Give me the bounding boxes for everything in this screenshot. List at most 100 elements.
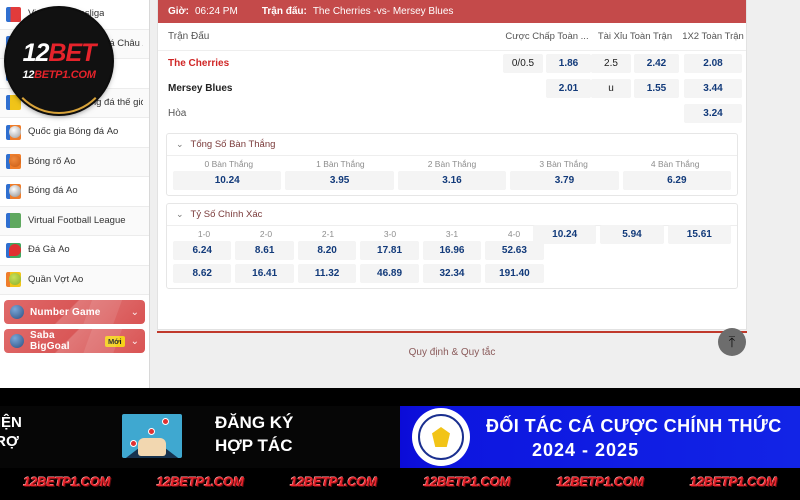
watermark: 12BETP1.COM xyxy=(423,473,511,489)
trophy-icon xyxy=(6,95,21,111)
cs-odd-0-2[interactable]: 16.41 xyxy=(235,264,294,283)
brand-logo[interactable]: 12BET 12BETP1.COM xyxy=(6,8,112,114)
saba-biggoal-icon xyxy=(10,334,24,348)
sidebar-item-6[interactable]: Bóng đá Ảo xyxy=(0,177,149,207)
handicap-cells-draw xyxy=(503,104,591,123)
handicap-cells-away: 2.01 xyxy=(503,79,591,98)
overunder-odd[interactable]: 2.42 xyxy=(634,54,679,73)
sidebar-item-4[interactable]: Quốc gia Bóng đá Ảo xyxy=(0,118,149,148)
odds-row-away: Mersey Blues 2.01 u 1.55 3.44 xyxy=(158,76,746,101)
x2-odd[interactable]: 3.44 xyxy=(684,79,742,98)
rules-link[interactable]: Quy định & Quy tắc xyxy=(409,347,496,358)
col-header-overunder: Tài Xỉu Toàn Trận xyxy=(597,31,673,42)
tg-odd-1[interactable]: 3.95 xyxy=(285,171,394,190)
x2-odd[interactable]: 3.24 xyxy=(684,104,742,123)
player-icon xyxy=(6,213,21,229)
logo-line-1: 12BET xyxy=(22,39,97,67)
banner-left-text: KIỆN TRỢ xyxy=(0,414,22,452)
x2-odd[interactable]: 2.08 xyxy=(684,54,742,73)
overunder-odd[interactable]: 1.55 xyxy=(634,79,679,98)
sidebar-item-label: Bóng rổ Ảo xyxy=(28,156,76,167)
app-root: Virtual Bundesliga Giải vô địch bóng đá … xyxy=(0,0,800,500)
sidebar-item-label: Đá Gà Ảo xyxy=(28,245,70,256)
number-game-icon xyxy=(10,305,24,319)
cs-odd-1-2[interactable]: 11.32 xyxy=(297,264,357,283)
x2-cells-away: 3.44 xyxy=(679,79,747,98)
odds-row-draw: Hòa 3.24 xyxy=(158,101,746,126)
banner-left-line-2: TRỢ xyxy=(0,432,19,450)
node-dot xyxy=(130,440,137,447)
tg-odd-4[interactable]: 6.29 xyxy=(622,171,732,190)
sidebar-item-5[interactable]: Bóng rổ Ảo xyxy=(0,147,149,177)
banner-left-panel[interactable]: KIỆN TRỢ ĐĂNG KÝ HỢP TÁC xyxy=(0,406,400,468)
banner-right-panel[interactable]: ĐỐI TÁC CÁ CƯỢC CHÍNH THỨC 2024 - 2025 xyxy=(400,406,800,468)
sidebar-item-7[interactable]: Virtual Football League xyxy=(0,206,149,236)
sidebar-menu-number-game[interactable]: Number Game ⌄ xyxy=(4,300,145,324)
tg-odd-0[interactable]: 10.24 xyxy=(173,171,282,190)
scroll-to-top-button[interactable]: ⤒ xyxy=(718,328,746,356)
handicap-odd-empty xyxy=(546,104,591,123)
node-dot xyxy=(162,418,169,425)
handicap-line-empty xyxy=(503,104,543,123)
cs-odd-3-0[interactable]: 17.81 xyxy=(360,241,419,260)
tg-header-1: 1 Bàn Thắng xyxy=(316,159,365,169)
cs-odd-2-1[interactable]: 8.20 xyxy=(297,241,357,260)
fox-icon xyxy=(432,427,450,447)
col-header-match: Trận Đấu xyxy=(168,31,210,42)
handicap-odd[interactable]: 2.01 xyxy=(546,79,591,98)
handicap-odd[interactable]: 1.86 xyxy=(546,54,591,73)
tg-odd-2[interactable]: 3.16 xyxy=(397,171,507,190)
overunder-line[interactable]: 2.5 xyxy=(591,54,631,73)
overunder-line-empty xyxy=(591,104,631,123)
match-header-bar: Giờ: 06:24 PM Trận đấu: The Cherries -vs… xyxy=(158,0,746,23)
cs-header-2: 2-1 xyxy=(321,229,335,239)
panel-total-goals: ⌄ Tổng Số Bàn Thắng 0 Bàn Thắng 1 Bàn Th… xyxy=(166,133,738,196)
col-header-1x2: 1X2 Toàn Trận xyxy=(682,31,744,42)
sidebar-item-label: Virtual Football League xyxy=(28,215,126,226)
watermark: 12BETP1.COM xyxy=(556,473,644,489)
cs-spacer-f xyxy=(673,264,731,283)
handicap-line[interactable]: 0/0.5 xyxy=(503,54,543,73)
match-value: The Cherries -vs- Mersey Blues xyxy=(312,6,454,17)
rooster-icon xyxy=(6,242,21,258)
basketball-icon xyxy=(6,154,21,170)
overunder-line[interactable]: u xyxy=(591,79,631,98)
cs-odd-0-4[interactable]: 191.40 xyxy=(485,264,544,283)
partner-line-2: HỢP TÁC xyxy=(215,435,293,455)
banner-right-years: 2024 - 2025 xyxy=(532,440,640,460)
sidebar-item-label: Quần Vợt Ảo xyxy=(28,274,84,285)
cs-odd-2-2[interactable]: 15.61 xyxy=(667,225,731,244)
odds-table-header: Trận Đấu Cược Chấp Toàn ... Tài Xỉu Toàn… xyxy=(158,23,746,51)
cs-odd-2-0[interactable]: 8.61 xyxy=(235,241,294,260)
panel-total-goals-header[interactable]: ⌄ Tổng Số Bàn Thắng xyxy=(167,134,737,156)
match-label: Trận đấu: xyxy=(261,6,307,17)
correct-score-row-away: 8.62 16.41 11.32 46.89 32.34 191.40 xyxy=(167,262,737,288)
handicap-line-empty xyxy=(503,79,543,98)
cs-odd-1-1[interactable]: 5.94 xyxy=(600,225,664,244)
page-content: Virtual Bundesliga Giải vô địch bóng đá … xyxy=(0,0,800,388)
overunder-cells-draw xyxy=(591,104,679,123)
cs-odd-1-3[interactable]: 32.34 xyxy=(422,264,482,283)
sidebar-item-8[interactable]: Đá Gà Ảo xyxy=(0,236,149,266)
cs-odd-0-3[interactable]: 46.89 xyxy=(360,264,419,283)
soccer-icon xyxy=(6,183,21,199)
sidebar-item-label: Bóng đá Ảo xyxy=(28,186,78,197)
cs-odd-0-0[interactable]: 10.24 xyxy=(533,225,597,244)
cs-odd-3-1[interactable]: 16.96 xyxy=(422,241,482,260)
watermark: 12BETP1.COM xyxy=(689,473,777,489)
team-name-away: Mersey Blues xyxy=(168,83,233,94)
sidebar-menu-label: Saba BigGoal xyxy=(30,330,70,352)
tg-header-2: 2 Bàn Thắng xyxy=(427,159,477,169)
chevron-down-icon: ⌄ xyxy=(130,306,139,318)
watermark: 12BETP1.COM xyxy=(156,473,244,489)
cs-odd-1-0[interactable]: 6.24 xyxy=(173,241,232,260)
sidebar-menu-saba-biggoal[interactable]: Saba BigGoal Mới ⌄ xyxy=(4,329,145,353)
cs-header-3: 3-0 xyxy=(383,229,397,239)
sidebar-item-9[interactable]: Quần Vợt Ảo xyxy=(0,265,149,295)
cs-odd-0-1[interactable]: 8.62 xyxy=(173,264,232,283)
overunder-cells-away: u 1.55 xyxy=(591,79,679,98)
panel-correct-score-header[interactable]: ⌄ Tỷ Số Chính Xác xyxy=(167,204,737,226)
tg-odd-3[interactable]: 3.79 xyxy=(510,171,619,190)
odds-row-home: The Cherries 0/0.5 1.86 2.5 2.42 2.08 xyxy=(158,51,746,76)
col-header-handicap: Cược Chấp Toàn ... xyxy=(505,31,589,42)
